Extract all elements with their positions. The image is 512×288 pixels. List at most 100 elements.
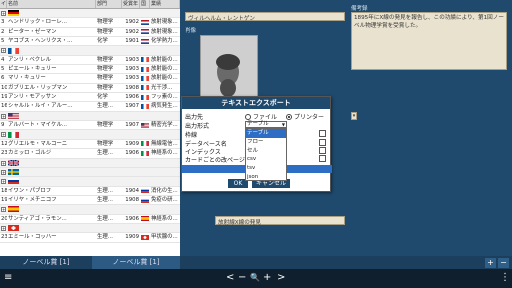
expand-icon[interactable]: + xyxy=(0,205,7,213)
radio-file-dot xyxy=(245,113,251,120)
pagebreak-label: カードごとの改ページ xyxy=(185,157,245,164)
border-checkbox[interactable] xyxy=(319,130,326,137)
header-name[interactable]: 名前 xyxy=(7,0,96,8)
dbname-checkbox[interactable] xyxy=(319,139,326,146)
table-row[interactable]: 12 グリエルモ・マルコーニ 物理学 1909 無線電信... xyxy=(0,140,180,150)
table-row[interactable]: 10 ガブリエル・リップマン 物理学 1908 光干渉... xyxy=(0,84,180,94)
menu-icon[interactable]: ≡ xyxy=(4,272,12,284)
table-row[interactable]: 4 アンリ・ベクレル 物理学 1903 放射能の... xyxy=(0,56,180,66)
table-row[interactable]: 19 イリヤ・メチニコフ 生理... 1908 免疫の研... xyxy=(0,196,180,206)
remove-tab-button[interactable]: − xyxy=(498,258,509,268)
format-option[interactable]: json xyxy=(246,173,286,182)
format-option[interactable]: tsv xyxy=(246,164,286,173)
table-row[interactable]: 19 アンリ・モアッサン 化学 1906 フッ素の... xyxy=(0,93,180,103)
row-year: 1907 xyxy=(125,103,139,110)
row-dept: 物理学 xyxy=(97,66,114,73)
table-row[interactable]: 23 カミッロ・ゴルジ 生理... 1906 神経系の... xyxy=(0,149,180,159)
format-dropdown-list[interactable]: テーブル フロー セル csv tsv json xyxy=(245,128,287,181)
radio-file[interactable]: ファイル xyxy=(245,112,277,121)
row-result: 免疫の研... xyxy=(151,196,178,203)
group-row[interactable]: + xyxy=(0,177,180,187)
dest-label: 出力先 xyxy=(185,114,204,121)
header-country[interactable]: 国 xyxy=(140,0,150,8)
prev-icon[interactable]: < xyxy=(226,272,234,284)
flag-fr-icon xyxy=(141,94,149,100)
format-option[interactable]: テーブル xyxy=(246,129,286,138)
more-icon[interactable]: ⋮ xyxy=(500,272,510,284)
radio-printer[interactable]: プリンター xyxy=(286,112,324,121)
index-checkbox[interactable] xyxy=(319,147,326,154)
expand-icon[interactable]: + xyxy=(0,177,7,185)
zoom-icon[interactable]: 🔍 xyxy=(250,272,260,284)
group-row[interactable]: + xyxy=(0,111,180,122)
row-year: 1909 xyxy=(125,140,139,147)
row-name: ピーター・ゼーマン xyxy=(8,28,57,35)
row-flag xyxy=(140,233,150,241)
table-row[interactable]: 3 ヘンドリック・ローレ... 物理学 1902 放射現象... xyxy=(0,18,180,28)
row-flag xyxy=(140,93,150,101)
flag-ru-icon xyxy=(141,197,149,203)
header-achievement[interactable]: 業績 xyxy=(150,0,180,8)
radio-file-label: ファイル xyxy=(253,114,278,121)
record-table[interactable]: イ 名前 部門 受賞年 国 業績 + 3 ヘンドリック・ローレ... 物理学 1… xyxy=(0,0,180,256)
group-flag xyxy=(7,130,20,138)
flag-fr-icon xyxy=(141,76,149,82)
group-row[interactable]: + xyxy=(0,205,180,215)
group-row[interactable]: + xyxy=(0,167,180,178)
expand-icon[interactable]: + xyxy=(0,168,7,176)
notes-field[interactable]: 1895年にX線の発見を報告し、この功績により、第1回ノーベル物理学賞を受賞した… xyxy=(351,12,507,70)
format-select[interactable]: テーブル ▼ xyxy=(245,121,287,128)
expand-icon[interactable]: + xyxy=(0,112,7,120)
table-row[interactable]: 6 マリ・キュリー 物理学 1903 放射能の... xyxy=(0,74,180,84)
row-dept: 物理学 xyxy=(97,19,114,26)
format-option[interactable]: csv xyxy=(246,155,286,164)
flag-fr-icon xyxy=(141,66,149,72)
expand-icon[interactable]: + xyxy=(0,9,7,17)
row-year: 1906 xyxy=(125,94,139,101)
next-icon[interactable]: > xyxy=(277,272,285,284)
table-row[interactable]: 16 シャルル・ルイ・アルー... 生理... 1907 病気発生... xyxy=(0,102,180,112)
name-field[interactable]: ヴィルヘルム・レントゲン xyxy=(185,12,345,22)
header-year[interactable]: 受賞年 xyxy=(122,0,140,8)
table-row[interactable]: 9 アルバート・マイケル... 物理学 1907 精密光学... xyxy=(0,121,180,131)
zoom-out-icon[interactable]: − xyxy=(238,272,246,284)
flag-gb-icon xyxy=(8,159,19,166)
tab-card[interactable]: ノーベル賞 [1] xyxy=(92,256,180,269)
expand-icon[interactable]: + xyxy=(0,224,7,232)
row-flag xyxy=(140,187,150,195)
zoom-in-icon[interactable]: + xyxy=(263,272,271,284)
pagebreak-checkbox[interactable] xyxy=(319,155,326,162)
row-name: アンリ・ベクレル xyxy=(8,56,51,63)
row-year: 1906 xyxy=(125,215,139,222)
header-dept[interactable]: 部門 xyxy=(96,0,122,8)
table-row[interactable]: 18 イワン・パブロフ 生理... 1904 消化の生... xyxy=(0,187,180,196)
row-num: 5 xyxy=(1,38,5,45)
expand-icon[interactable]: + xyxy=(0,130,7,138)
group-row[interactable]: + xyxy=(0,223,180,234)
side-dropdown-icon[interactable]: ▾ xyxy=(351,112,357,120)
add-tab-button[interactable]: + xyxy=(485,258,496,268)
group-row[interactable]: + xyxy=(0,9,180,19)
header-icon[interactable]: イ xyxy=(0,0,7,8)
table-row[interactable]: 5 ヤコブス・ヘンリクス・... 化学 1901 化学熱力... xyxy=(0,37,180,47)
group-row[interactable]: + xyxy=(0,158,180,168)
table-row[interactable]: 2 ピーター・ゼーマン 物理学 1902 放射現象... xyxy=(0,28,180,38)
table-row[interactable]: 20 サンティアゴ・ラモン... 生理... 1906 神経系の... xyxy=(0,215,180,224)
table-row[interactable]: 5 ピエール・キュリー 物理学 1903 放射能の... xyxy=(0,65,180,75)
expand-icon[interactable]: + xyxy=(0,159,7,167)
row-year: 1901 xyxy=(125,38,139,45)
tab-table[interactable]: ノーベル賞 [1] xyxy=(0,256,92,269)
format-option[interactable]: フロー xyxy=(246,138,286,147)
row-num: 4 xyxy=(1,56,5,63)
format-label: 出力形式 xyxy=(185,123,210,130)
format-option[interactable]: セル xyxy=(246,147,286,156)
row-flag xyxy=(140,140,150,148)
row-dept: 化学 xyxy=(97,38,108,45)
group-row[interactable]: + xyxy=(0,46,180,56)
row-result: 放射能の... xyxy=(151,66,178,73)
bottom-field[interactable]: 放射線X線の発見 xyxy=(215,216,345,226)
row-result: 化学熱力... xyxy=(151,38,178,45)
group-row[interactable]: + xyxy=(0,130,180,140)
expand-icon[interactable]: + xyxy=(0,46,7,54)
table-row[interactable]: 23 エミール・コッハー 生理... 1909 甲状腺の... xyxy=(0,233,180,243)
